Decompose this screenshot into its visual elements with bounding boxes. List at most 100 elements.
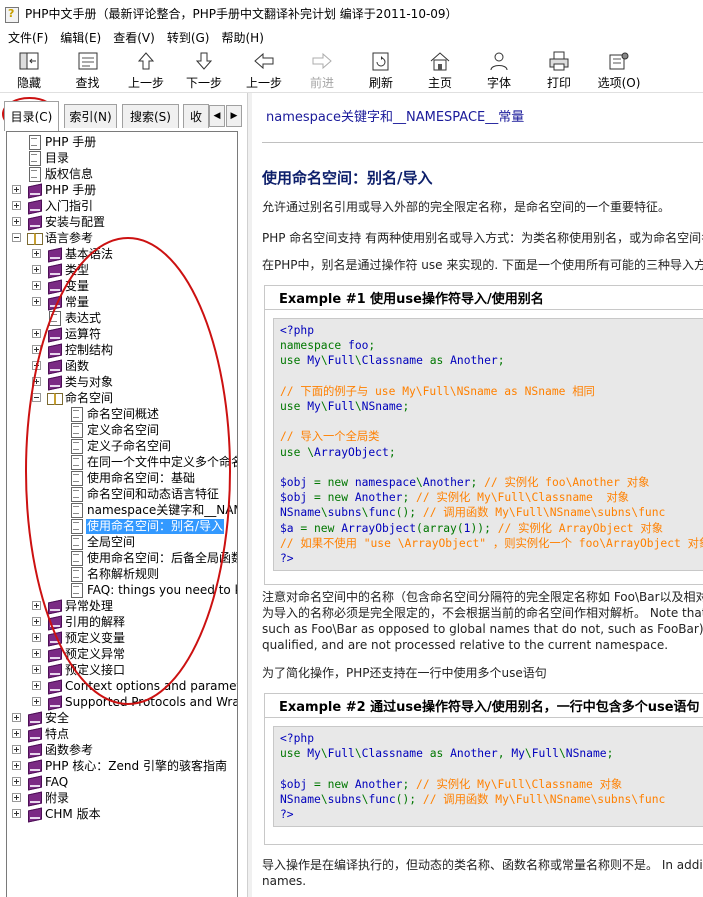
expand-icon[interactable]	[32, 345, 41, 354]
tree-node[interactable]: CHM 版本	[12, 806, 102, 822]
tree-node[interactable]: 命名空间概述	[69, 406, 160, 422]
tree-node[interactable]: 运算符	[32, 326, 102, 342]
toolbar-button-10[interactable]: 选项(O)	[590, 49, 648, 91]
menu-item-0[interactable]: 文件(F)	[2, 29, 54, 46]
expand-icon[interactable]	[12, 217, 21, 226]
window-title: PHP中文手册（最新评论整合，PHP手册中文翻译补完计划 编译于2011-10-…	[25, 7, 458, 21]
expand-icon[interactable]	[32, 665, 41, 674]
tree-node[interactable]: Supported Protocols and Wrappers	[32, 694, 237, 710]
page-icon	[27, 167, 41, 182]
tree-node[interactable]: 命名空间和动态语言特征	[69, 486, 220, 502]
tree-node[interactable]: 预定义异常	[32, 646, 126, 662]
toolbar-button-label: 上一步	[127, 76, 164, 90]
expand-icon[interactable]	[32, 377, 41, 386]
tree-node[interactable]: 安装与配置	[12, 214, 106, 230]
menu-item-3[interactable]: 转到(G)	[161, 29, 216, 46]
toolbar-button-2[interactable]: 上一步	[118, 49, 174, 91]
tree-node[interactable]: 表达式	[47, 310, 102, 326]
tree-node[interactable]: 特点	[12, 726, 70, 742]
collapse-icon[interactable]	[12, 233, 21, 242]
tab-scroll-left-icon[interactable]: ◀	[209, 105, 225, 127]
tree-node[interactable]: PHP 手册	[12, 182, 97, 198]
toolbar-button-4[interactable]: 上一步	[236, 49, 292, 91]
tree-node[interactable]: 版权信息	[27, 166, 94, 182]
tree-node[interactable]: 函数	[32, 358, 90, 374]
tree-node[interactable]: 使用命名空间：基础	[69, 470, 196, 486]
tree-node[interactable]: 安全	[12, 710, 70, 726]
toolbar-button-0[interactable]: 隐藏	[0, 49, 58, 91]
tree-node[interactable]: 预定义变量	[32, 630, 126, 646]
expand-icon[interactable]	[12, 793, 21, 802]
expand-icon[interactable]	[32, 329, 41, 338]
tab-2[interactable]: 搜索(S)	[122, 104, 179, 128]
toolbar-button-label: 上一步	[245, 76, 282, 90]
tab-0[interactable]: 目录(C)	[4, 101, 59, 131]
expand-icon[interactable]	[32, 281, 41, 290]
tree-node[interactable]: 变量	[32, 278, 90, 294]
tree-node[interactable]: FAQ	[12, 774, 69, 790]
expand-icon[interactable]	[32, 601, 41, 610]
menu-item-1[interactable]: 编辑(E)	[54, 29, 107, 46]
collapse-icon[interactable]	[32, 393, 41, 402]
expand-icon[interactable]	[12, 777, 21, 786]
tree-node[interactable]: FAQ: things you need to know about names…	[69, 582, 237, 598]
expand-icon[interactable]	[32, 297, 41, 306]
toolbar-button-3[interactable]: 下一步	[176, 49, 232, 91]
menu-item-4[interactable]: 帮助(H)	[215, 29, 269, 46]
tree-node[interactable]: 引用的解释	[32, 614, 126, 630]
tree-node[interactable]: 名称解析规则	[69, 566, 160, 582]
expand-icon[interactable]	[12, 745, 21, 754]
tree-node[interactable]: 语言参考	[12, 230, 94, 246]
tree-node[interactable]: 异常处理	[32, 598, 114, 614]
expand-icon[interactable]	[32, 633, 41, 642]
expand-icon[interactable]	[12, 729, 21, 738]
toolbar-button-1[interactable]: 查找	[59, 49, 116, 91]
tree-node[interactable]: 使用命名空间：别名/导入	[69, 518, 225, 534]
tab-1[interactable]: 索引(N)	[64, 104, 117, 128]
expand-icon[interactable]	[12, 185, 21, 194]
toolbar-button-5[interactable]: 前进	[294, 49, 350, 91]
expand-icon[interactable]	[32, 361, 41, 370]
toolbar-button-6[interactable]: 刷新	[352, 49, 410, 91]
tree-node[interactable]: 定义命名空间	[69, 422, 160, 438]
toolbar-button-9[interactable]: 打印	[530, 49, 588, 91]
tab-scroll-right-icon[interactable]: ▶	[226, 105, 242, 127]
tree-node[interactable]: 附录	[12, 790, 70, 806]
toolbar-button-8[interactable]: 字体	[470, 49, 528, 91]
page-icon	[69, 455, 83, 470]
tree-node[interactable]: 在同一个文件中定义多个命名空间	[69, 454, 237, 470]
menu-item-2[interactable]: 查看(V)	[107, 29, 161, 46]
expand-icon[interactable]	[32, 249, 41, 258]
tree-node[interactable]: 全局空间	[69, 534, 136, 550]
tree-node[interactable]: 目录	[27, 150, 70, 166]
expand-icon[interactable]	[12, 201, 21, 210]
tree-node[interactable]: 命名空间	[32, 390, 114, 406]
tree-node[interactable]: 类与对象	[32, 374, 114, 390]
tree-node[interactable]: 函数参考	[12, 742, 94, 758]
toc-tree-view[interactable]: PHP 手册 目录 版权信息 PHP 手册 入门指引 安装与配置 语言参考 基本语法 类型 变量常…	[6, 131, 238, 897]
tree-node[interactable]: PHP 手册	[27, 134, 97, 150]
expand-icon[interactable]	[32, 265, 41, 274]
tree-node[interactable]: 使用命名空间：后备全局函数/常量	[69, 550, 237, 566]
tree-node[interactable]: PHP 核心：Zend 引擎的骇客指南	[12, 758, 228, 774]
tab-3[interactable]: 收	[183, 104, 209, 128]
tree-node[interactable]: namespace关键字和__NAMESPACE__常量	[69, 502, 237, 518]
toolbar-button-7[interactable]: 主页	[412, 49, 468, 91]
tree-node[interactable]: Context options and parameters	[32, 678, 237, 694]
tree-node[interactable]: 控制结构	[32, 342, 114, 358]
expand-icon[interactable]	[32, 649, 41, 658]
tree-node[interactable]: 入门指引	[12, 198, 94, 214]
expand-icon[interactable]	[12, 713, 21, 722]
tree-node[interactable]: 基本语法	[32, 246, 114, 262]
tree-node[interactable]: 定义子命名空间	[69, 438, 172, 454]
tree-node[interactable]: 预定义接口	[32, 662, 126, 678]
expand-icon[interactable]	[32, 681, 41, 690]
expand-icon[interactable]	[12, 809, 21, 818]
code-token: ArrayObject	[341, 521, 417, 535]
tree-node[interactable]: 类型	[32, 262, 90, 278]
prev-topic-link[interactable]: namespace关键字和__NAMESPACE__常量	[266, 106, 524, 125]
expand-icon[interactable]	[12, 761, 21, 770]
tree-node[interactable]: 常量	[32, 294, 90, 310]
expand-icon[interactable]	[32, 697, 41, 706]
expand-icon[interactable]	[32, 617, 41, 626]
